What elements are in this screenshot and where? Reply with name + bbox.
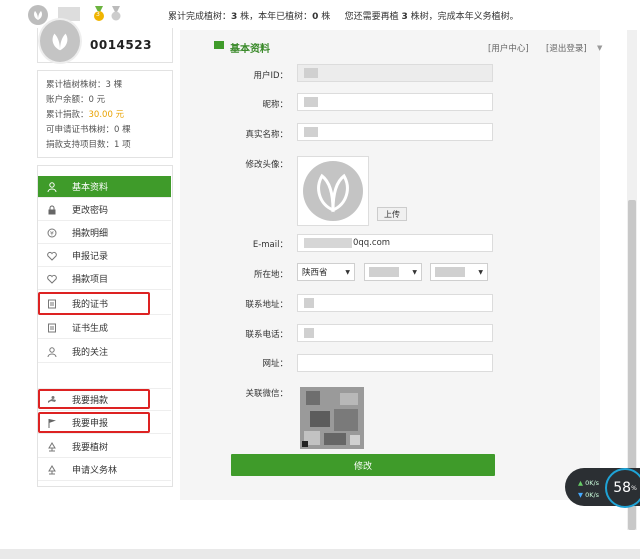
stat-balance: 账户余额：0 元 [46,95,106,105]
sidebar-item-donation-projects[interactable]: 捐款项目 [38,268,171,290]
province-select[interactable]: 陕西省 ▼ [297,263,355,281]
realname-input[interactable] [297,123,493,141]
email-input[interactable]: 0qq.com [297,234,493,252]
heart-icon [46,250,58,262]
user-icon [46,181,58,193]
nickname-input[interactable] [297,93,493,111]
dropdown-arrow-icon: ▼ [412,268,417,276]
address-label: 联系地址： [245,300,288,310]
user-number: 0014523 [90,38,152,52]
widget-percent: 58 [613,480,632,496]
document-icon [46,322,58,334]
upload-arrow-icon: ▲ [578,479,583,487]
stat-certificate: 可申请证书株树：0 棵 [46,125,131,135]
blurred-value [369,267,399,277]
sidebar-divider [38,364,171,389]
blurred-value [304,238,352,248]
bottom-bar [0,549,640,559]
nickname-label: 昵称： [262,100,288,110]
stat-projects: 捐款支持项目数：1 项 [46,140,131,150]
widget-percent-circle[interactable]: 58% [605,468,640,508]
sidebar-item-label: 我的关注 [72,348,109,358]
user-id-label: 用户ID： [253,71,288,81]
stat-trees: 累计植树株树：3 棵 [46,80,123,90]
blurred-value [304,68,318,78]
sidebar-item-label: 证书生成 [72,324,109,334]
sidebar-item-basic-info[interactable]: 基本资料 [38,176,171,198]
dropdown-arrow-icon: ▼ [345,268,350,276]
location-label: 所在地： [253,270,288,280]
highlight-declare [38,412,150,433]
tree-icon [46,464,58,476]
coin-icon: ¥ [46,227,58,239]
blurred-value [304,328,314,338]
blurred-value [304,127,318,137]
upload-speed: ▲ 0K/s [578,479,600,487]
sidebar-item-change-password[interactable]: 更改密码 [38,199,171,221]
address-input[interactable] [297,294,493,312]
sidebar-item-donation-details[interactable]: ¥ 捐款明细 [38,222,171,244]
sidebar-item-label: 更改密码 [72,206,109,216]
medal-count: 3 [96,11,100,18]
sidebar-item-label: 捐款项目 [72,275,109,285]
sidebar-item-certificate-generate[interactable]: 证书生成 [38,317,171,339]
planting-summary: 累计完成植树：3 株，本年已植树：0 株 您还需要再植 3 株树，完成本年义务植… [168,12,519,22]
avatar-label: 修改头像： [245,160,288,170]
sidebar-item-label: 捐款明细 [72,229,109,239]
district-select[interactable]: ▼ [430,263,488,281]
sidebar-item-plant-tree[interactable]: 我要植树 [38,436,171,458]
phone-label: 联系电话： [245,330,288,340]
lock-icon [46,204,58,216]
wechat-qr-code [300,387,364,449]
sidebar-item-label: 申请义务林 [72,466,118,476]
user-center-link[interactable]: [用户中心] [488,42,529,54]
submit-button[interactable]: 修改 [231,454,495,476]
realname-label: 真实名称： [245,130,288,140]
blurred-value [304,97,318,107]
highlight-my-certificates [38,292,150,315]
widget-percent-unit: % [631,484,637,492]
email-value: 0qq.com [353,238,391,248]
sidebar-item-apply-forest[interactable]: 申请义务林 [38,459,171,481]
website-input[interactable] [297,354,493,372]
section-title: 基本资料 [230,44,270,55]
website-label: 网址： [262,359,288,369]
sidebar-item-declare-records[interactable]: 申报记录 [38,245,171,267]
avatar[interactable] [38,18,82,64]
wechat-label: 关联微信： [245,389,288,399]
chevron-down-icon[interactable]: ▼ [597,44,602,52]
city-select[interactable]: ▼ [364,263,422,281]
dropdown-arrow-icon: ▼ [478,268,483,276]
logout-link[interactable]: [退出登录] [546,42,587,54]
medal-gray-icon [110,6,122,22]
site-logo-icon[interactable] [28,5,48,25]
province-value: 陕西省 [302,268,328,278]
blurred-value [435,267,465,277]
sidebar-item-label: 我要植树 [72,443,109,453]
blurred-value [304,298,314,308]
upload-button[interactable]: 上传 [377,207,407,221]
sidebar-item-my-follows[interactable]: 我的关注 [38,341,171,363]
highlight-donate [38,389,150,409]
phone-input[interactable] [297,324,493,342]
email-label: E-mail： [252,240,288,250]
avatar-preview [297,156,369,226]
download-arrow-icon: ▼ [578,491,583,499]
tree-icon [46,441,58,453]
sidebar-item-label: 申报记录 [72,252,109,262]
medal-icon: 3 [92,6,106,22]
download-speed: ▼ 0K/s [578,491,600,499]
sidebar-item-label: 基本资料 [72,183,109,193]
user-icon [46,346,58,358]
section-marker [214,41,224,49]
user-id-field [297,64,493,82]
heart-icon [46,273,58,285]
stat-donation: 累计捐款：30.00 元 [46,110,125,120]
svg-text:¥: ¥ [50,230,54,237]
